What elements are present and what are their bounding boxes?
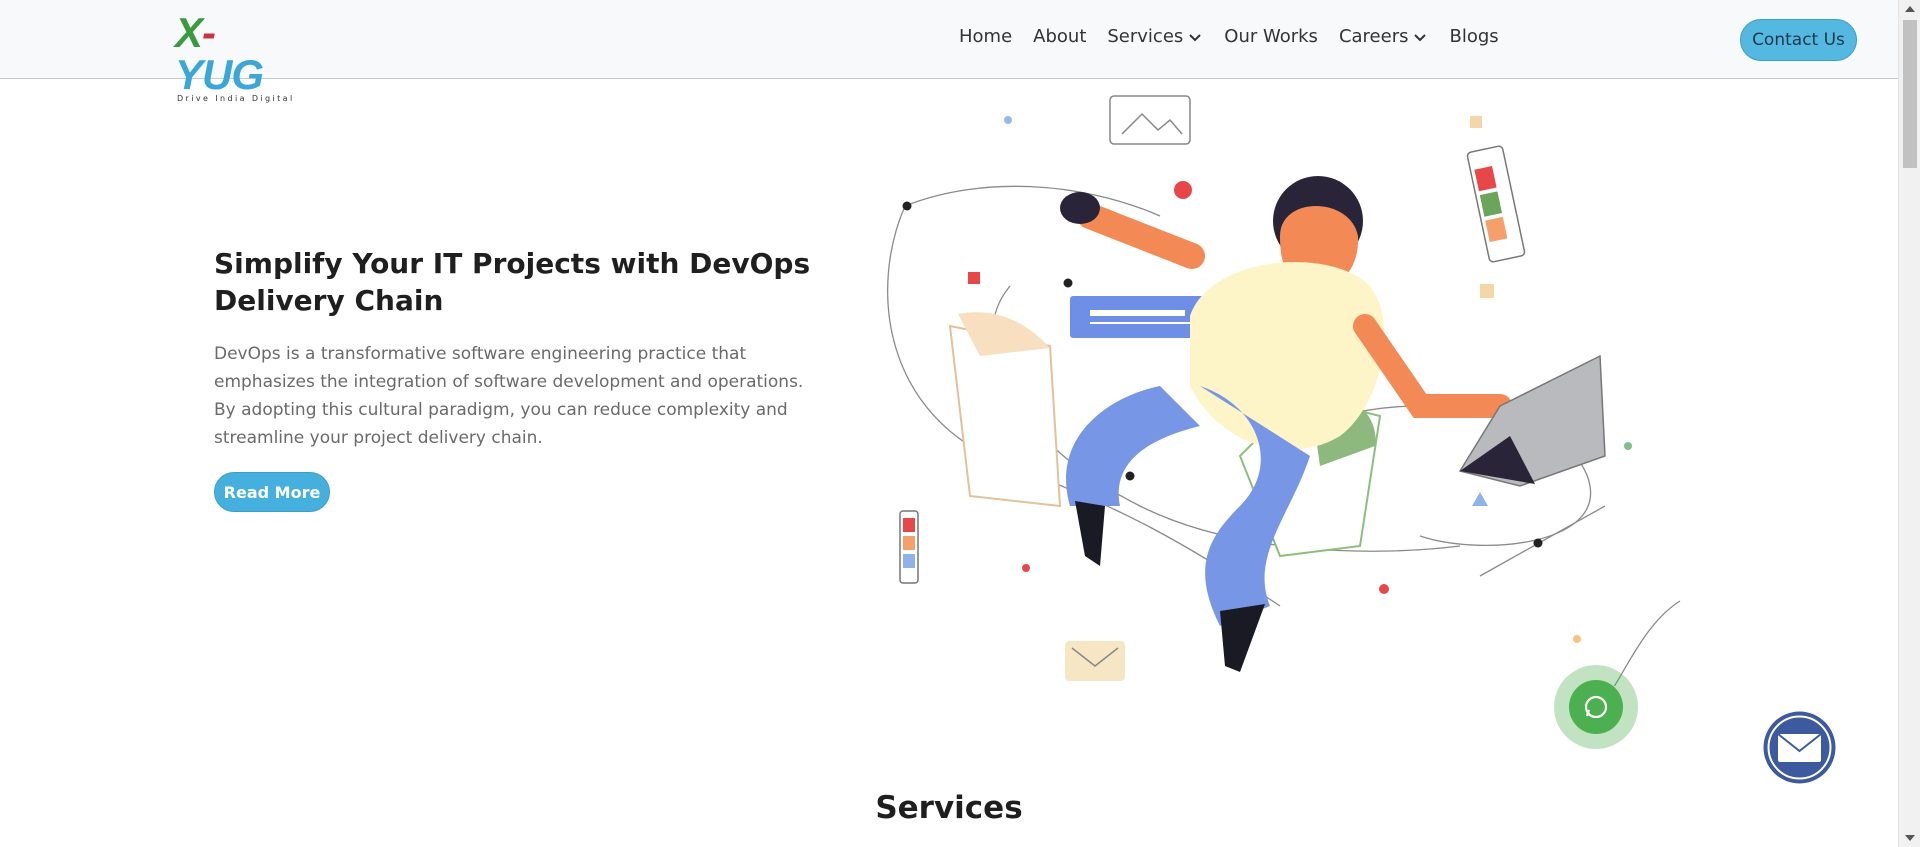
nav-services[interactable]: Services: [1107, 26, 1203, 47]
chevron-down-icon: [1414, 33, 1427, 41]
site-header: X-YUG Drive India Digital Home About Ser…: [0, 0, 1898, 104]
nav-careers[interactable]: Careers: [1339, 26, 1429, 47]
nav-home[interactable]: Home: [959, 26, 1012, 47]
services-heading: Services: [875, 790, 1023, 826]
contact-us-button[interactable]: Contact Us: [1740, 19, 1857, 61]
page-scrollbar[interactable]: [1898, 0, 1920, 847]
main-nav: Home About Services Our Works Careers Bl…: [959, 26, 1520, 47]
scroll-down-arrow-icon[interactable]: [1905, 835, 1915, 841]
scroll-thumb[interactable]: [1903, 20, 1917, 168]
hero-illustration: [887, 95, 1681, 686]
logo[interactable]: X-YUG Drive India Digital: [175, 12, 295, 104]
read-more-button[interactable]: Read More: [214, 472, 330, 512]
nav-our-works[interactable]: Our Works: [1224, 26, 1318, 47]
chevron-down-icon: [1189, 33, 1201, 41]
hero-description: DevOps is a transformative software engi…: [214, 344, 804, 448]
logo-wordmark: X-YUG: [175, 9, 264, 98]
nav-blogs[interactable]: Blogs: [1449, 26, 1498, 47]
logo-tagline: Drive India Digital: [177, 94, 295, 103]
nav-about[interactable]: About: [1033, 26, 1086, 47]
whatsapp-icon[interactable]: [1554, 665, 1638, 749]
scroll-up-arrow-icon[interactable]: [1905, 6, 1915, 12]
hero-title: Simplify Your IT Projects with DevOps De…: [214, 247, 811, 317]
mail-icon[interactable]: [1763, 711, 1836, 784]
